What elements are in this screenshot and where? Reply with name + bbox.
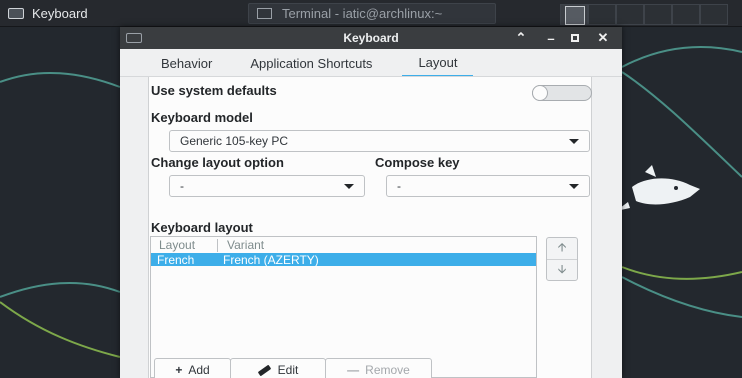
tab-layout[interactable]: Layout	[402, 49, 474, 77]
edit-layout-button[interactable]: Edit	[230, 358, 326, 378]
tab-bar: Behavior Application Shortcuts Layout	[153, 49, 495, 77]
reorder-buttons: 🡩 🡫	[546, 237, 578, 281]
tab-behavior[interactable]: Behavior	[153, 49, 220, 77]
terminal-icon	[257, 8, 272, 19]
plus-icon: +	[175, 363, 183, 377]
table-row[interactable]: French French (AZERTY)	[151, 252, 536, 267]
add-button-label: Add	[188, 363, 210, 377]
keyboard-model-select[interactable]: Generic 105-key PC	[169, 130, 590, 152]
column-header-variant[interactable]: Variant	[227, 237, 264, 253]
pencil-icon	[257, 364, 271, 376]
workspace-1[interactable]	[560, 4, 588, 25]
taskbar-app-keyboard[interactable]: Keyboard	[8, 0, 88, 27]
minimize-button[interactable]: –	[540, 27, 562, 49]
layout-tab-panel: Use system defaults Keyboard model Gener…	[148, 77, 592, 378]
change-layout-option-value: -	[180, 179, 184, 193]
keep-above-button[interactable]: ⌃	[510, 27, 532, 49]
toggle-knob	[532, 85, 548, 101]
add-layout-button[interactable]: + Add	[154, 358, 231, 378]
chevron-up-icon: ⌃	[515, 30, 527, 45]
workspace-pager	[560, 4, 728, 25]
keyboard-model-label: Keyboard model	[151, 110, 253, 125]
compose-key-select[interactable]: -	[386, 175, 590, 197]
workspace-4[interactable]	[644, 4, 672, 25]
window-titlebar[interactable]: Keyboard ⌃ – ✕	[120, 27, 622, 49]
move-down-button[interactable]: 🡫	[547, 259, 577, 280]
use-system-defaults-label: Use system defaults	[151, 83, 277, 98]
dropdown-arrow-icon	[569, 184, 579, 189]
arrow-down-icon: 🡫	[557, 261, 567, 276]
keyboard-icon	[126, 33, 142, 43]
workspace-window-thumb	[565, 6, 585, 25]
tab-application-shortcuts[interactable]: Application Shortcuts	[242, 49, 380, 77]
move-up-button[interactable]: 🡩	[547, 238, 577, 259]
keyboard-layout-list[interactable]: Layout Variant French French (AZERTY)	[150, 236, 537, 378]
maximize-button[interactable]	[564, 27, 586, 49]
mouse-logo-icon	[616, 165, 700, 211]
row-layout: French	[157, 252, 195, 267]
taskbar-task-label: Terminal - iatic@archlinux:~	[282, 6, 443, 21]
close-button[interactable]: ✕	[592, 27, 614, 49]
taskbar-task-terminal[interactable]: Terminal - iatic@archlinux:~	[248, 3, 496, 24]
window-title: Keyboard	[343, 31, 399, 45]
taskbar-app-label: Keyboard	[32, 6, 88, 21]
arrow-up-icon: 🡩	[557, 240, 567, 254]
compose-key-value: -	[397, 179, 401, 193]
keyboard-layout-label: Keyboard layout	[151, 220, 253, 235]
row-variant: French (AZERTY)	[223, 252, 319, 267]
change-layout-option-select[interactable]: -	[169, 175, 365, 197]
remove-button-label: Remove	[365, 363, 410, 377]
keyboard-icon	[8, 8, 24, 19]
column-header-divider	[217, 239, 218, 252]
dropdown-arrow-icon	[569, 139, 579, 144]
layout-actions: + Add Edit — Remove	[154, 358, 432, 378]
remove-layout-button[interactable]: — Remove	[325, 358, 432, 378]
keyboard-model-value: Generic 105-key PC	[180, 134, 289, 148]
change-layout-option-label: Change layout option	[151, 155, 284, 170]
minus-icon: —	[347, 363, 360, 377]
minimize-icon: –	[547, 30, 555, 46]
workspace-6[interactable]	[700, 4, 728, 25]
keyboard-settings-window: Keyboard ⌃ – ✕ Behavior Application Shor…	[120, 27, 622, 378]
taskbar: Keyboard Terminal - iatic@archlinux:~	[0, 0, 742, 27]
workspace-5[interactable]	[672, 4, 700, 25]
workspace-2[interactable]	[588, 4, 616, 25]
workspace-3[interactable]	[616, 4, 644, 25]
compose-key-label: Compose key	[375, 155, 460, 170]
close-icon: ✕	[597, 30, 609, 45]
use-system-defaults-toggle[interactable]	[532, 85, 592, 101]
edit-button-label: Edit	[277, 363, 299, 377]
dropdown-arrow-icon	[344, 184, 354, 189]
maximize-icon	[571, 34, 579, 42]
column-header-layout[interactable]: Layout	[159, 237, 195, 253]
